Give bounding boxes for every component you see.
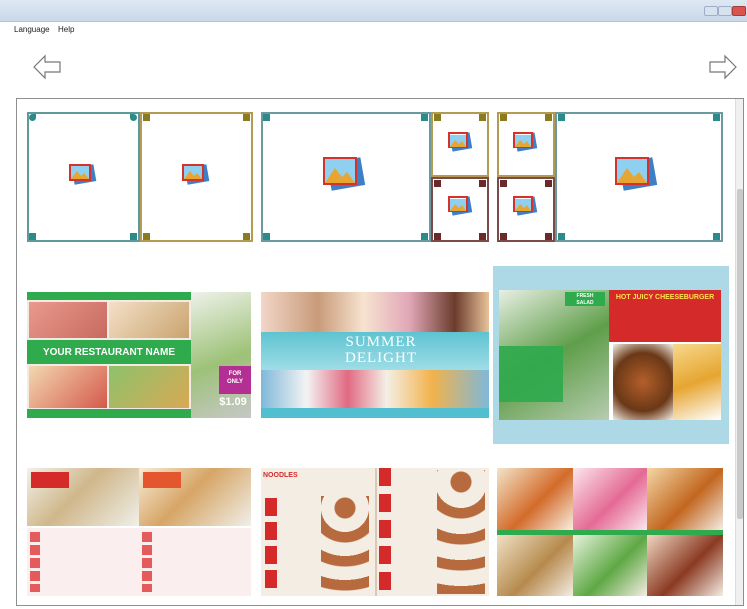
image-placeholder-icon xyxy=(448,196,473,216)
corner-marker xyxy=(713,114,720,121)
corner-marker xyxy=(434,233,441,240)
template-gallery: YOUR RESTAURANT NAME FOR ONLY $1.09 SUMM… xyxy=(16,98,744,606)
minimize-button[interactable] xyxy=(704,6,718,16)
corner-marker xyxy=(421,233,428,240)
navigation-bar xyxy=(0,40,747,96)
noodles-title: NOODLES xyxy=(263,471,298,479)
corner-marker xyxy=(500,233,507,240)
corner-marker xyxy=(558,114,565,121)
promo-only: ONLY xyxy=(226,379,244,385)
maximize-button[interactable] xyxy=(718,6,732,16)
promo-price: $1.09 xyxy=(219,396,247,408)
badge-salad: SALAD xyxy=(565,299,605,306)
corner-marker xyxy=(143,114,150,121)
badge-fresh: FRESH xyxy=(565,292,605,299)
image-placeholder-icon xyxy=(323,157,366,191)
corner-marker xyxy=(243,114,250,121)
scrollbar-thumb[interactable] xyxy=(737,189,743,519)
corner-marker xyxy=(263,114,270,121)
menu-language[interactable]: Language xyxy=(14,25,50,34)
template-restaurant[interactable]: YOUR RESTAURANT NAME FOR ONLY $1.09 xyxy=(27,292,251,418)
promo-for: FOR xyxy=(228,371,242,377)
corner-marker xyxy=(713,233,720,240)
corner-marker xyxy=(500,114,507,121)
menu-bar: Language Help xyxy=(0,22,747,40)
corner-marker xyxy=(558,233,565,240)
corner-marker xyxy=(29,233,36,240)
layout-two-panel[interactable] xyxy=(27,112,253,242)
summer-title-line2: DELIGHT xyxy=(345,349,417,366)
corner-marker xyxy=(130,233,137,240)
corner-marker xyxy=(29,114,36,121)
restaurant-name: YOUR RESTAURANT NAME xyxy=(27,340,191,364)
template-summer-delight[interactable]: SUMMER DELIGHT xyxy=(261,292,489,418)
template-cheeseburger-selected[interactable]: FRESH SALAD HOT JUICY CHEESEBURGER xyxy=(493,266,729,444)
template-noodles[interactable]: NOODLES xyxy=(261,468,489,596)
image-placeholder-icon xyxy=(513,196,538,216)
corner-marker xyxy=(130,114,137,121)
corner-marker xyxy=(545,180,552,187)
image-placeholder-icon xyxy=(182,164,210,185)
corner-marker xyxy=(479,180,486,187)
vertical-scrollbar[interactable] xyxy=(735,99,743,605)
layout-one-plus-two[interactable] xyxy=(261,112,489,242)
image-placeholder-icon xyxy=(513,132,538,152)
image-placeholder-icon xyxy=(448,132,473,152)
template-wraps[interactable] xyxy=(27,468,251,596)
corner-marker xyxy=(545,233,552,240)
summer-title-line1: SUMMER xyxy=(345,333,417,350)
corner-marker xyxy=(434,180,441,187)
corner-marker xyxy=(263,233,270,240)
corner-marker xyxy=(143,233,150,240)
corner-marker xyxy=(500,180,507,187)
template-grill[interactable] xyxy=(497,468,723,596)
image-placeholder-icon xyxy=(69,164,97,185)
arrow-left-icon[interactable] xyxy=(32,53,62,81)
image-placeholder-icon xyxy=(615,157,658,191)
layout-two-plus-one[interactable] xyxy=(497,112,723,242)
menu-help[interactable]: Help xyxy=(58,25,74,34)
title-bar xyxy=(0,0,747,22)
corner-marker xyxy=(243,233,250,240)
corner-marker xyxy=(479,114,486,121)
cheeseburger-title: HOT JUICY CHEESEBURGER xyxy=(615,294,715,301)
corner-marker xyxy=(479,233,486,240)
corner-marker xyxy=(545,114,552,121)
corner-marker xyxy=(421,114,428,121)
corner-marker xyxy=(434,114,441,121)
arrow-right-icon[interactable] xyxy=(708,53,738,81)
close-button[interactable] xyxy=(732,6,746,16)
